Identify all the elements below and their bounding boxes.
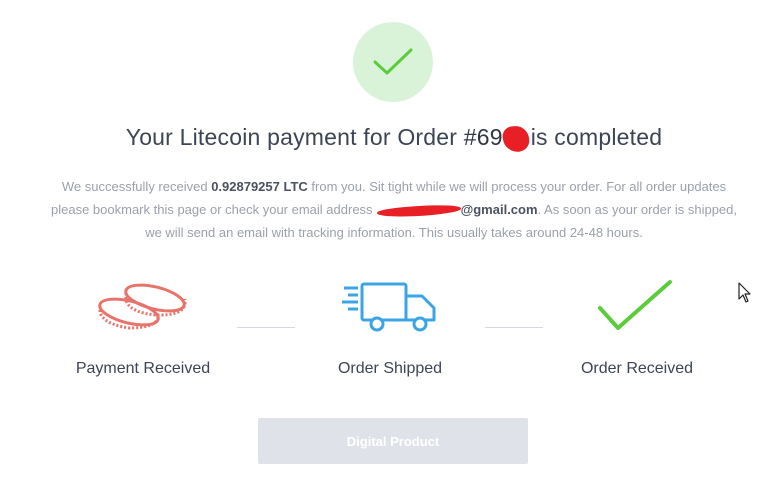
- step-connector: [485, 327, 543, 328]
- message-part1: We successfully received: [61, 179, 212, 194]
- step-connector: [237, 327, 295, 328]
- digital-product-button[interactable]: Digital Product: [258, 418, 528, 464]
- email-redaction-mark: [376, 202, 461, 219]
- title-prefix: Your Litecoin payment for Order: [125, 124, 464, 150]
- truck-icon: [342, 282, 436, 332]
- page-title: Your Litecoin payment for Order #69 is co…: [0, 124, 764, 154]
- order-confirmation-page: Your Litecoin payment for Order #69 is co…: [0, 0, 764, 484]
- step-order-shipped: Order Shipped: [300, 268, 480, 378]
- order-number: #69: [463, 124, 503, 150]
- checkmark-icon: [598, 280, 672, 330]
- success-badge: [353, 22, 433, 102]
- step-payment-received: Payment Received: [53, 268, 233, 378]
- step-label-received: Order Received: [580, 360, 694, 377]
- title-suffix: is completed: [530, 124, 663, 150]
- payment-message: We successfully received 0.92879257 LTC …: [50, 175, 738, 244]
- mouse-cursor-icon: [738, 282, 751, 303]
- step-order-received: Order Received: [547, 268, 727, 378]
- redaction-mark: [501, 124, 531, 154]
- payment-amount: 0.92879257 LTC: [211, 179, 308, 194]
- success-check-icon: [373, 48, 413, 75]
- email-domain: @gmail.com: [460, 202, 538, 217]
- coins-icon: [98, 283, 187, 330]
- step-label-shipped: Order Shipped: [337, 360, 443, 377]
- step-label-payment: Payment Received: [75, 360, 211, 377]
